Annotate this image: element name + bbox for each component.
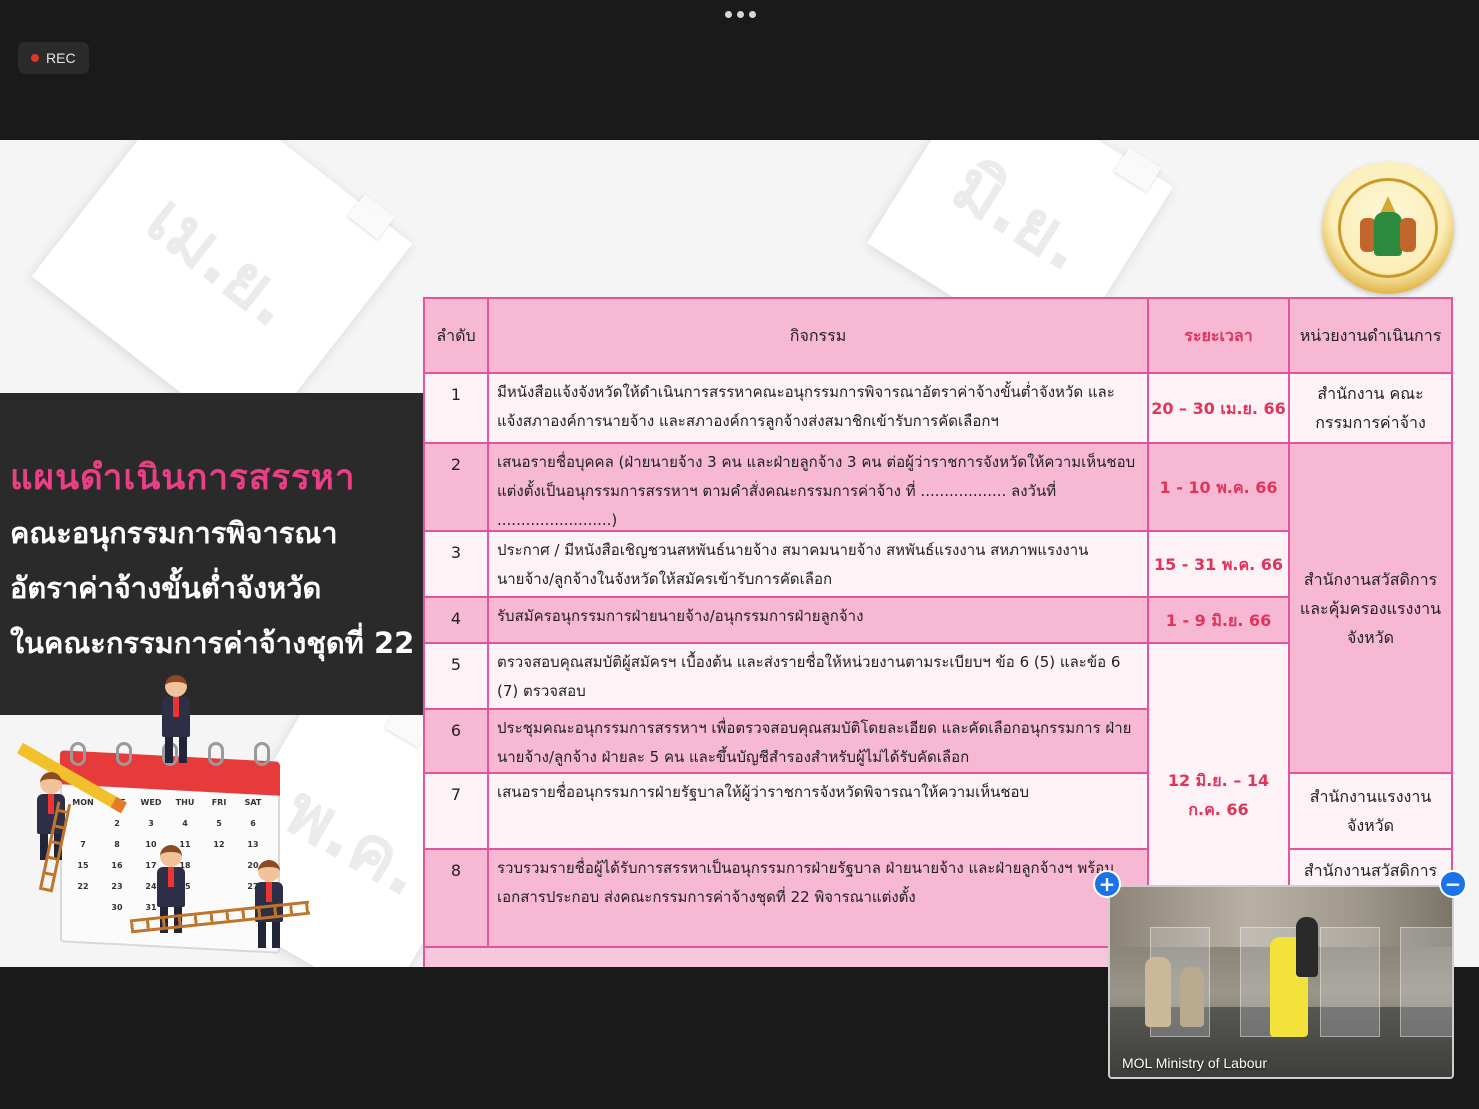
slide-title: แผนดำเนินการสรรหา — [10, 458, 356, 498]
table-row-activity: มีหนังสือแจ้งจังหวัดให้ดำเนินการสรรหาคณะ… — [487, 372, 1149, 444]
participant-video-tile[interactable]: MOL Ministry of Labour — [1108, 885, 1454, 1079]
calendar-day: 30 — [111, 903, 123, 912]
calendar-day: 5 — [216, 819, 222, 828]
calendar-day: FRI — [211, 798, 227, 807]
businessman-figure — [162, 675, 190, 763]
table-row-activity: ตรวจสอบคุณสมบัติผู้สมัครฯ เบื้องต้น และส… — [487, 642, 1149, 710]
calendar-day: SAT — [244, 798, 262, 807]
calendar-day — [204, 882, 234, 891]
table-row-number: 3 — [423, 530, 489, 598]
table-row-activity: เสนอรายชื่อบุคคล (ฝ่ายนายจ้าง 3 คน และฝ่… — [487, 442, 1149, 532]
calendar-day: 3 — [148, 819, 154, 828]
table-row-number: 7 — [423, 772, 489, 850]
calendar-day: 23 — [111, 882, 123, 891]
table-row-number: 8 — [423, 848, 489, 948]
calendar-day: 15 — [77, 861, 89, 870]
paper-label-may: พ.ค. — [270, 768, 439, 913]
ministry-emblem-logo — [1322, 162, 1454, 294]
slide-subtitle-line-3: ในคณะกรรมการค่าจ้างชุดที่ 22 — [10, 626, 415, 660]
calendar-day — [204, 861, 234, 870]
table-row-unit: สำนักงานแรงงาน จังหวัด — [1288, 772, 1453, 850]
table-row-activity: เสนอรายชื่ออนุกรรมการฝ่ายรัฐบาลให้ผู้ว่า… — [487, 772, 1149, 850]
add-icon[interactable]: + — [1093, 870, 1121, 898]
table-row-period: 1 - 10 พ.ค. 66 — [1147, 442, 1290, 532]
calendar-day: 8 — [114, 840, 120, 849]
table-row-number: 2 — [423, 442, 489, 532]
minimize-icon[interactable]: − — [1439, 870, 1467, 898]
table-row-unit: สำนักงานสวัสดิการ และคุ้มครองแรงงาน จังห… — [1288, 442, 1453, 774]
calendar-day: WED — [140, 798, 162, 807]
table-row-number: 5 — [423, 642, 489, 710]
table-header-cell: กิจกรรม — [487, 297, 1149, 374]
table-row-unit: สำนักงาน คณะกรรมการค่าจ้าง — [1288, 372, 1453, 444]
table-row-number: 4 — [423, 596, 489, 644]
calendar-day — [68, 903, 98, 912]
rec-label: REC — [46, 50, 76, 66]
table-row-activity: ประกาศ / มีหนังสือเชิญชวนสหพันธ์นายจ้าง … — [487, 530, 1149, 598]
paper-label-june: มิ.ย. — [938, 143, 1101, 288]
calendar-day: 13 — [247, 840, 259, 849]
calendar-day: THU — [175, 798, 195, 807]
calendar-day: MON — [72, 798, 94, 807]
tape — [347, 194, 395, 240]
table-header-cell: ลำดับ — [423, 297, 489, 374]
table-row-period: 15 - 31 พ.ค. 66 — [1147, 530, 1290, 598]
table-row-activity: ประชุมคณะอนุกรรมการสรรหาฯ เพื่อตรวจสอบคุ… — [487, 708, 1149, 774]
calendar-day — [68, 819, 98, 828]
table-row-activity: รับสมัครอนุกรรมการฝ่ายนายจ้าง/อนุกรรมการ… — [487, 596, 1149, 644]
shared-slide: เม.ย. มิ.ย. พ.ค. แผนดำเนินการสรรหา คณะอน… — [0, 140, 1479, 967]
calendar-day: 16 — [111, 861, 123, 870]
table-row-period: 20 – 30 เม.ย. 66 — [1147, 372, 1290, 444]
table-row-number: 6 — [423, 708, 489, 774]
calendar-day: 22 — [77, 882, 89, 891]
table-row-activity: รวบรวมรายชื่อผู้ได้รับการสรรหาเป็นอนุกรร… — [487, 848, 1149, 948]
participant-name-label: MOL Ministry of Labour — [1122, 1055, 1267, 1071]
more-options-icon[interactable] — [722, 8, 758, 20]
recording-indicator: REC — [18, 42, 89, 74]
calendar-day: 12 — [213, 840, 225, 849]
table-row-number: 1 — [423, 372, 489, 444]
table-header-cell: ระยะเวลา — [1147, 297, 1290, 374]
calendar-day: 2 — [114, 819, 120, 828]
table-row-period: 1 - 9 มิ.ย. 66 — [1147, 596, 1290, 644]
paper-label-april: เม.ย. — [131, 177, 312, 344]
tape — [1114, 147, 1162, 192]
slide-subtitle-line-1: คณะอนุกรรมการพิจารณา — [10, 516, 338, 550]
calendar-day: 7 — [80, 840, 86, 849]
calendar-day: 6 — [250, 819, 256, 828]
table-header-cell: หน่วยงานดำเนินการ — [1288, 297, 1453, 374]
calendar-day: 4 — [182, 819, 188, 828]
slide-subtitle-line-2: อัตราค่าจ้างขั้นต่ำจังหวัด — [10, 571, 322, 605]
record-dot-icon — [31, 54, 39, 62]
